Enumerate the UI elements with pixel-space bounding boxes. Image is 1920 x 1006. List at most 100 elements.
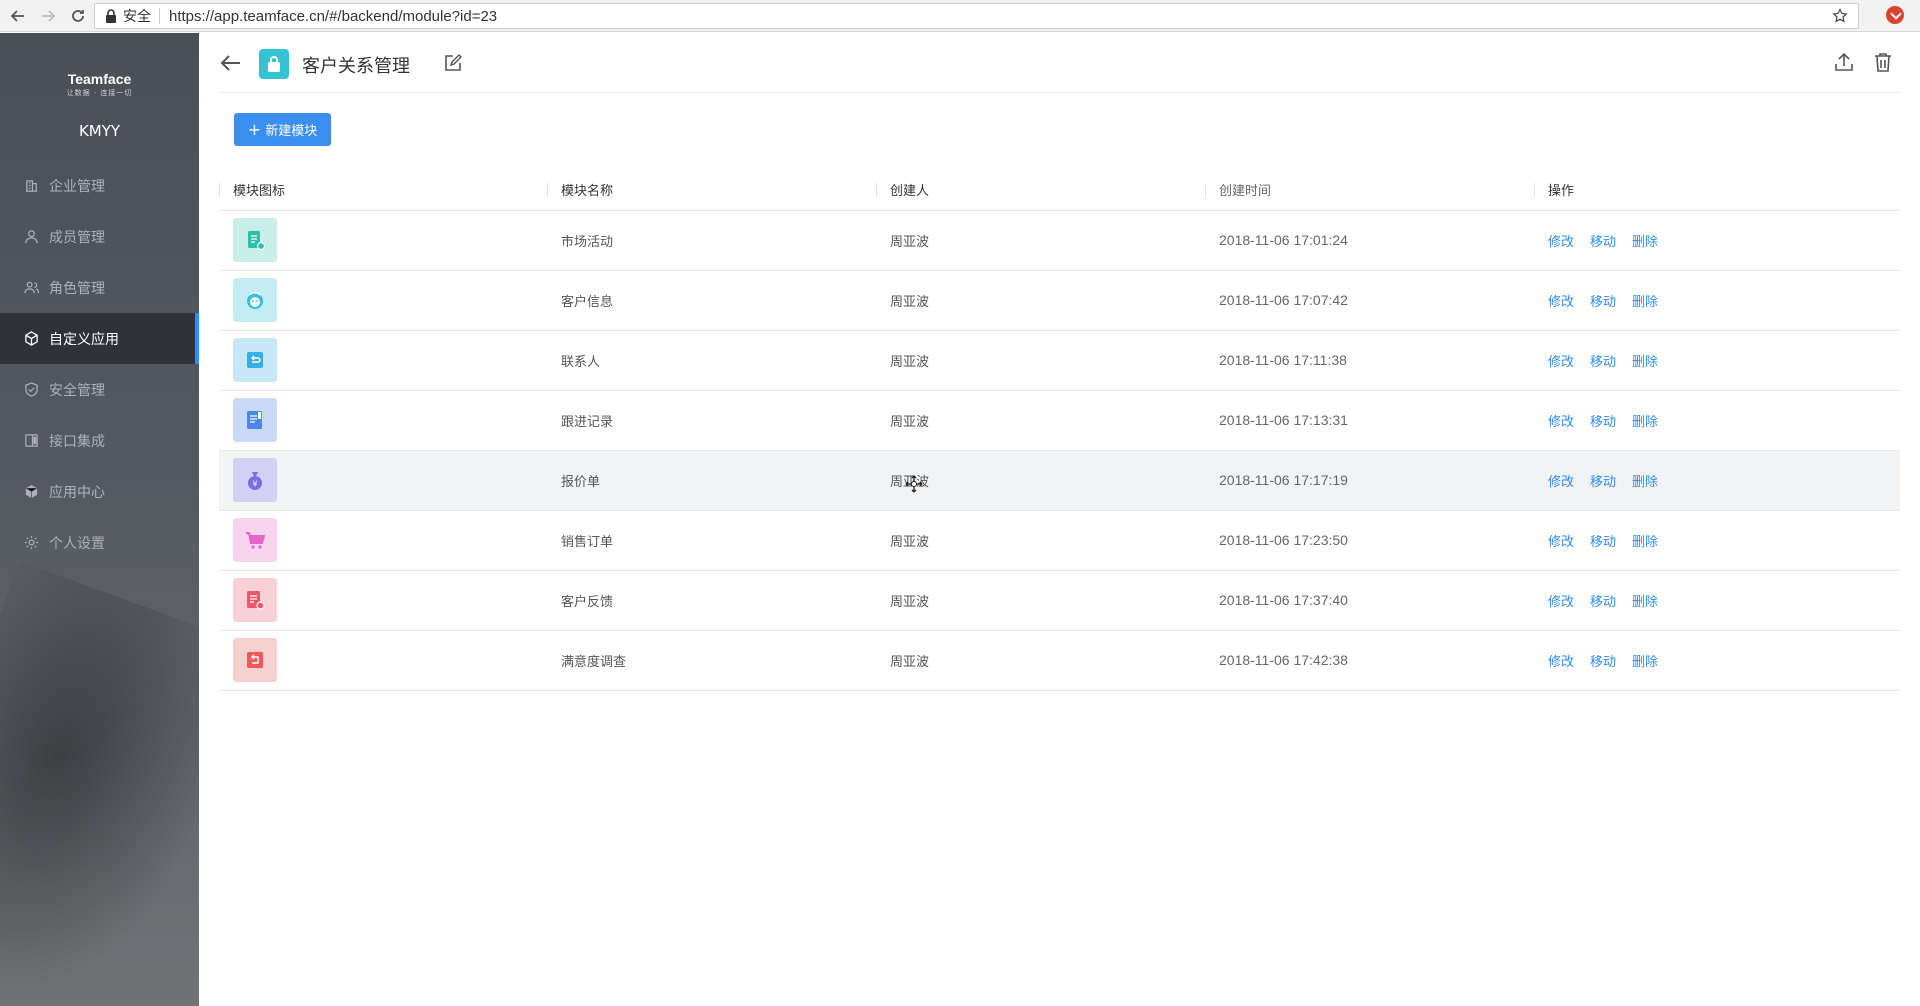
module-created-time: 2018-11-06 17:01:24 [1205, 209, 1534, 270]
table-row[interactable]: 市场活动 周亚波 2018-11-06 17:01:24 修改 移动 删除 [219, 209, 1900, 270]
table-body: 市场活动 周亚波 2018-11-06 17:01:24 修改 移动 删除 客户信息 周亚波 2… [219, 209, 1900, 691]
module-icon [233, 638, 277, 682]
sidebar-item-label: 成员管理 [49, 229, 105, 246]
address-bar[interactable]: 安全 https://app.teamface.cn/#/backend/mod… [94, 3, 1859, 29]
move-cursor-icon [905, 475, 923, 493]
table-row[interactable]: 客户反馈 周亚波 2018-11-06 17:37:40 修改 移动 删除 [219, 569, 1900, 630]
export-icon[interactable] [1833, 51, 1855, 73]
move-link[interactable]: 移动 [1590, 355, 1616, 370]
back-arrow-icon[interactable] [219, 51, 243, 75]
module-creator: 周亚波 [876, 269, 1205, 330]
user-icon [25, 230, 38, 244]
table-row[interactable]: 联系人 周亚波 2018-11-06 17:11:38 修改 移动 删除 [219, 329, 1900, 390]
sidebar-item-6[interactable]: 应用中心 [0, 466, 199, 517]
module-icon-cell [219, 329, 547, 390]
interface-icon [25, 434, 38, 447]
url-text[interactable]: https://app.teamface.cn/#/backend/module… [169, 8, 497, 25]
move-link[interactable]: 移动 [1590, 235, 1616, 250]
edit-link[interactable]: 修改 [1548, 235, 1574, 250]
edit-link[interactable]: 修改 [1548, 355, 1574, 370]
sidebar-menu: 企业管理成员管理角色管理 自定义应用安全管理接口集成 应用中心个人设置 [0, 160, 199, 568]
table-row[interactable]: ¥ 报价单 周亚波 2018-11-06 17:17:19 修改 移动 删除 [219, 449, 1900, 510]
edit-icon[interactable] [443, 53, 463, 73]
module-icon [233, 278, 277, 322]
delete-link[interactable]: 删除 [1632, 535, 1658, 550]
scrollbar[interactable] [1913, 440, 1917, 500]
delete-link[interactable]: 删除 [1632, 295, 1658, 310]
module-creator: 周亚波 [876, 569, 1205, 630]
module-icon [233, 398, 277, 442]
column-header: 操作 [1534, 170, 1900, 210]
module-table: 模块图标 模块名称 创建人 创建时间 操作 市场活动 周亚波 2018-11-06 … [219, 170, 1900, 691]
module-creator: 周亚波 [876, 509, 1205, 570]
module-created-time: 2018-11-06 17:23:50 [1205, 509, 1534, 570]
table-row[interactable]: 跟进记录 周亚波 2018-11-06 17:13:31 修改 移动 删除 [219, 389, 1900, 450]
edit-link[interactable]: 修改 [1548, 415, 1574, 430]
move-link[interactable]: 移动 [1590, 655, 1616, 670]
delete-link[interactable]: 删除 [1632, 415, 1658, 430]
forward-arrow-icon[interactable] [36, 4, 60, 28]
delete-link[interactable]: 删除 [1632, 655, 1658, 670]
table-row[interactable]: 满意度调查 周亚波 2018-11-06 17:42:38 修改 移动 删除 [219, 629, 1900, 691]
back-arrow-icon[interactable] [6, 4, 30, 28]
column-header: 模块名称 [547, 170, 876, 210]
module-name: 客户信息 [547, 269, 876, 330]
sidebar-item-2[interactable]: 角色管理 [0, 262, 199, 313]
feedback-icon [247, 591, 265, 610]
module-actions: 修改 移动 删除 [1534, 269, 1900, 330]
page-header: 客户关系管理 [219, 33, 1900, 93]
edit-link[interactable]: 修改 [1548, 475, 1574, 490]
sidebar-item-3[interactable]: 自定义应用 [0, 313, 199, 364]
module-icon [233, 518, 277, 562]
svg-text:¥: ¥ [252, 480, 257, 489]
extension-icon[interactable] [1886, 6, 1904, 24]
bookmark-star-icon[interactable] [1832, 8, 1848, 24]
delete-link[interactable]: 删除 [1632, 595, 1658, 610]
new-module-button[interactable]: + 新建模块 [234, 113, 331, 146]
sidebar-item-0[interactable]: 企业管理 [0, 160, 199, 211]
logo: Teamface 让数据 · 连接一切 [66, 71, 133, 97]
table-row[interactable]: 销售订单 周亚波 2018-11-06 17:23:50 修改 移动 删除 [219, 509, 1900, 570]
delete-link[interactable]: 删除 [1632, 475, 1658, 490]
company-name: KMYY [78, 122, 121, 140]
module-name: 市场活动 [547, 209, 876, 270]
move-link[interactable]: 移动 [1590, 475, 1616, 490]
move-link[interactable]: 移动 [1590, 595, 1616, 610]
module-icon-cell [219, 209, 547, 270]
module-created-time: 2018-11-06 17:17:19 [1205, 449, 1534, 510]
move-link[interactable]: 移动 [1590, 295, 1616, 310]
sidebar-item-label: 安全管理 [49, 382, 105, 399]
survey-icon [247, 652, 263, 668]
contact-icon [247, 352, 263, 368]
module-creator: 周亚波 [876, 209, 1205, 270]
reload-icon[interactable] [66, 4, 90, 28]
delete-link[interactable]: 删除 [1632, 235, 1658, 250]
module-icon [233, 578, 277, 622]
shield-icon [25, 382, 38, 397]
record-icon [247, 411, 262, 429]
move-link[interactable]: 移动 [1590, 415, 1616, 430]
module-created-time: 2018-11-06 17:11:38 [1205, 329, 1534, 390]
sidebar-item-1[interactable]: 成员管理 [0, 211, 199, 262]
module-icon-cell [219, 629, 547, 691]
module-name: 销售订单 [547, 509, 876, 570]
move-link[interactable]: 移动 [1590, 535, 1616, 550]
browser-toolbar: 安全 https://app.teamface.cn/#/backend/mod… [0, 0, 1920, 32]
sidebar-item-7[interactable]: 个人设置 [0, 517, 199, 568]
edit-link[interactable]: 修改 [1548, 595, 1574, 610]
trash-icon[interactable] [1872, 51, 1894, 73]
sidebar-item-label: 个人设置 [49, 535, 105, 552]
plus-icon: + [247, 119, 262, 139]
divider [159, 8, 160, 24]
module-created-time: 2018-11-06 17:42:38 [1205, 629, 1534, 691]
edit-link[interactable]: 修改 [1548, 535, 1574, 550]
delete-link[interactable]: 删除 [1632, 355, 1658, 370]
box-icon [25, 484, 38, 499]
sidebar-item-4[interactable]: 安全管理 [0, 364, 199, 415]
sidebar-item-5[interactable]: 接口集成 [0, 415, 199, 466]
face-icon [247, 292, 263, 309]
module-actions: 修改 移动 删除 [1534, 629, 1900, 691]
table-row[interactable]: 客户信息 周亚波 2018-11-06 17:07:42 修改 移动 删除 [219, 269, 1900, 330]
edit-link[interactable]: 修改 [1548, 655, 1574, 670]
edit-link[interactable]: 修改 [1548, 295, 1574, 310]
